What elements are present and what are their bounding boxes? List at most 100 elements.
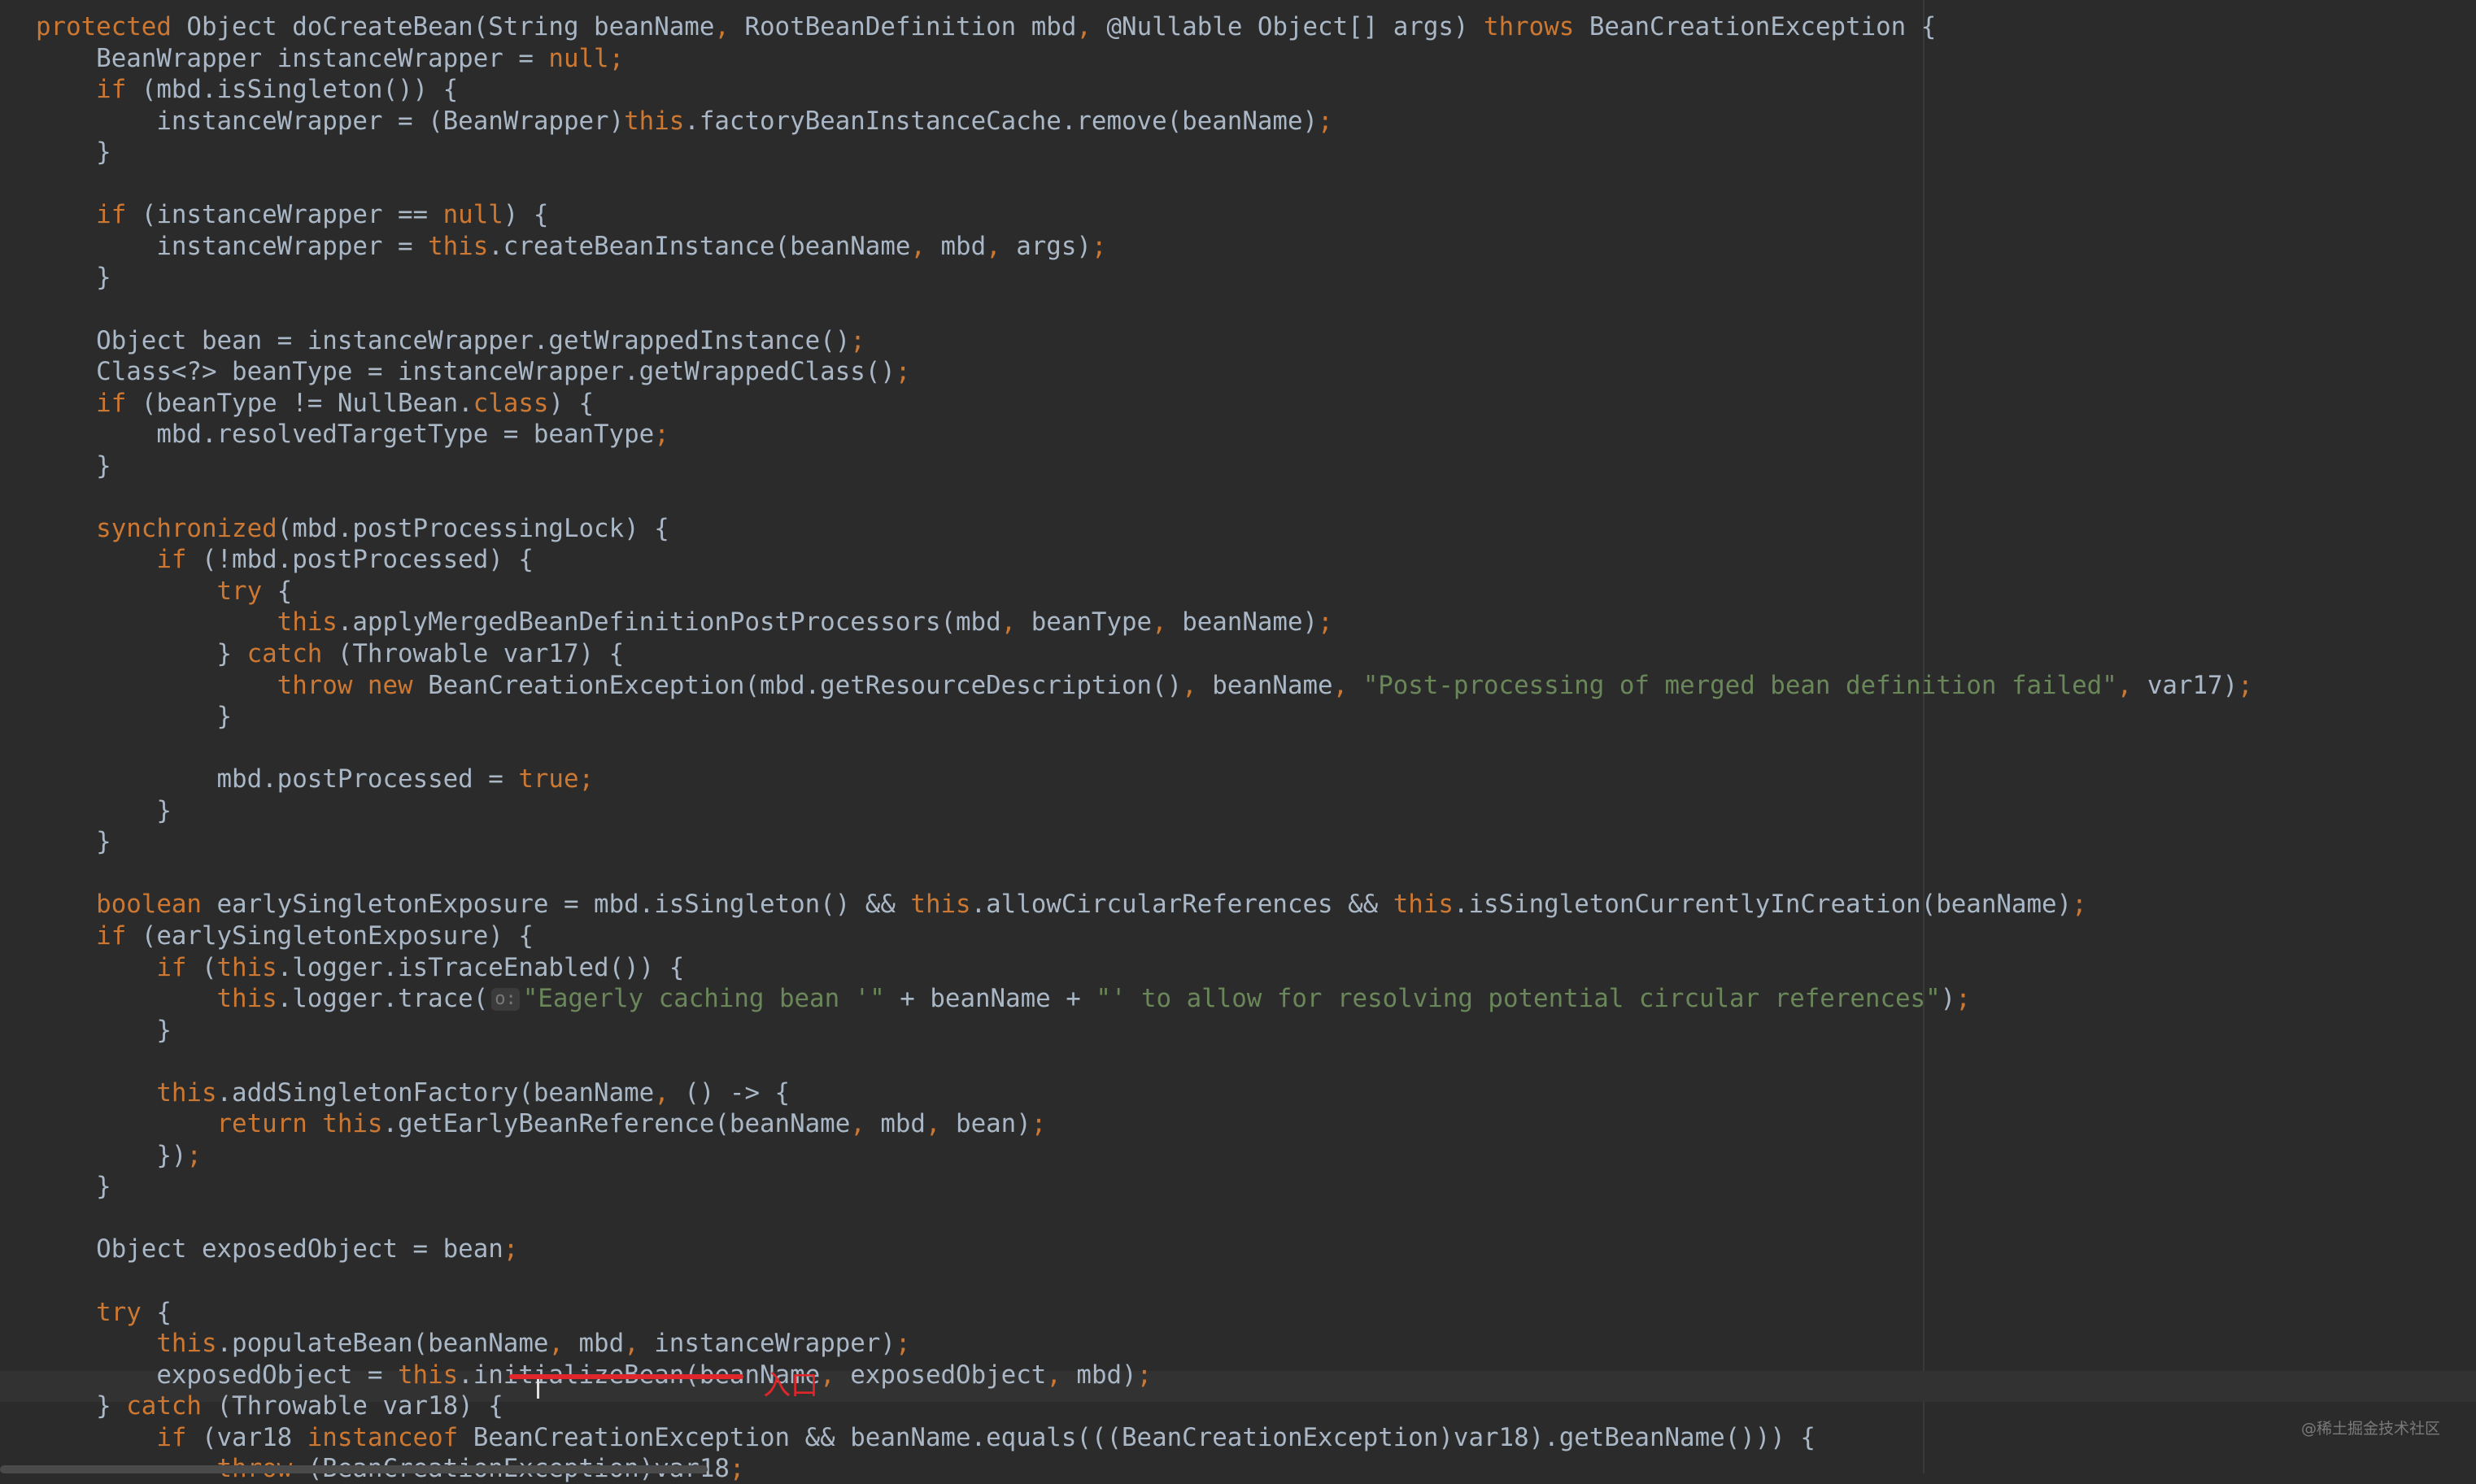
code-token: .addSingletonFactory(beanName [216, 1077, 655, 1108]
code-token: , [1046, 1360, 1077, 1390]
code-line[interactable]: protected Object doCreateBean(String bea… [36, 11, 1936, 42]
code-line[interactable]: if (!mbd.postProcessed) { [36, 544, 534, 575]
watermark: @稀土掘金技术社区 [2300, 1420, 2440, 1438]
code-token: instanceof [307, 1422, 473, 1452]
code-token: @Nullable Object[] args) [1106, 12, 1484, 41]
code-token: if [36, 920, 142, 951]
code-line[interactable]: } [36, 701, 232, 732]
code-line[interactable]: } [36, 1015, 172, 1046]
code-token: .logger.isTraceEnabled()) { [277, 952, 685, 982]
right-margin-guide [1923, 0, 1925, 1473]
code-token: instanceWrapper = (BeanWrapper) [36, 106, 625, 136]
code-line[interactable]: } [36, 795, 172, 826]
code-token: (earlySingletonExposure) { [141, 920, 534, 951]
code-token: ) [1940, 984, 1956, 1014]
code-line[interactable]: } catch (Throwable var18) { [36, 1390, 503, 1421]
code-token: beanName [1212, 670, 1333, 700]
code-line[interactable]: return this.getEarlyBeanReference(beanNa… [36, 1108, 1046, 1139]
code-line[interactable]: } catch (Throwable var17) { [36, 638, 624, 669]
code-token: ) { [548, 388, 595, 418]
code-line[interactable]: mbd.resolvedTargetType = beanType; [36, 419, 669, 450]
code-token: .applyMergedBeanDefinitionPostProcessors… [337, 607, 1001, 638]
code-token: boolean [36, 890, 217, 920]
code-token: , [1182, 670, 1213, 700]
code-editor[interactable]: protected Object doCreateBean(String bea… [0, 0, 2476, 1483]
code-token: return this [36, 1109, 383, 1139]
code-token: Object bean = instanceWrapper.getWrapped… [36, 325, 851, 355]
code-token: BeanWrapper instanceWrapper = [36, 43, 549, 73]
code-line[interactable]: if (var18 instanceof BeanCreationExcepti… [36, 1422, 1816, 1453]
code-token: ) { [503, 200, 549, 230]
code-line[interactable]: if (beanType != NullBean.class) { [36, 388, 594, 419]
code-token: null [442, 200, 503, 230]
code-line[interactable]: Class<?> beanType = instanceWrapper.getW… [36, 356, 910, 387]
code-line[interactable]: } [36, 1171, 111, 1202]
code-line[interactable]: this.populateBean(beanName, mbd, instanc… [36, 1328, 910, 1359]
code-token: null; [548, 43, 625, 73]
code-token: } [36, 450, 111, 481]
code-token: mbd [940, 231, 987, 261]
code-token: ; [654, 420, 669, 450]
code-token: try [36, 576, 277, 606]
code-token: Object doCreateBean(String beanName [186, 12, 715, 41]
code-token: , [986, 231, 1017, 261]
code-line[interactable]: boolean earlySingletonExposure = mbd.isS… [36, 889, 2087, 920]
code-token: protected [36, 12, 187, 41]
code-line[interactable]: }); [36, 1140, 202, 1171]
code-token: throws [1484, 12, 1589, 41]
code-token: , [820, 1360, 851, 1390]
code-token: this [910, 890, 971, 920]
code-token: .factoryBeanInstanceCache.remove(beanNam… [684, 106, 1319, 136]
code-token: "Post-processing of merged bean definiti… [1362, 670, 2117, 700]
code-token: (Throwable var17) { [337, 639, 625, 668]
code-token: earlySingletonExposure = mbd.isSingleton… [216, 890, 911, 920]
code-line[interactable]: mbd.postProcessed = true; [36, 764, 594, 794]
code-token: true; [518, 764, 595, 794]
code-line[interactable]: this.addSingletonFactory(beanName, () ->… [36, 1077, 790, 1108]
code-line[interactable]: synchronized(mbd.postProcessingLock) { [36, 513, 669, 544]
code-token: (Throwable var18) { [216, 1391, 503, 1421]
code-line[interactable]: if (this.logger.isTraceEnabled()) { [36, 952, 684, 983]
code-token: ; [850, 325, 865, 355]
code-token: ; [2238, 670, 2253, 700]
code-line[interactable]: instanceWrapper = (BeanWrapper)this.fact… [36, 106, 1332, 137]
code-line[interactable]: Object exposedObject = bean; [36, 1234, 518, 1264]
code-token: ; [186, 1140, 202, 1170]
annotation-underline [509, 1374, 743, 1379]
code-token: } [36, 137, 111, 168]
code-token: catch [126, 1391, 217, 1421]
code-line[interactable]: } [36, 137, 111, 168]
code-line[interactable]: throw new BeanCreationException(mbd.getR… [36, 670, 2253, 701]
code-token: mbd) [1076, 1360, 1137, 1390]
code-line[interactable]: } [36, 450, 111, 481]
horizontal-scrollbar[interactable] [0, 1465, 708, 1473]
code-token: ; [2072, 890, 2087, 920]
code-token: .createBeanInstance(beanName [488, 231, 911, 261]
code-token: .populateBean(beanName [216, 1329, 549, 1359]
code-token: } [36, 1172, 111, 1202]
code-line[interactable]: Object bean = instanceWrapper.getWrapped… [36, 325, 865, 356]
code-line[interactable]: instanceWrapper = this.createBeanInstanc… [36, 231, 1106, 262]
code-token: throw new [36, 670, 429, 700]
code-line[interactable]: try { [36, 1297, 172, 1328]
code-line[interactable]: if (mbd.isSingleton()) { [36, 74, 458, 105]
code-line[interactable]: if (instanceWrapper == null) { [36, 199, 548, 230]
code-line[interactable]: if (earlySingletonExposure) { [36, 920, 534, 951]
code-line[interactable]: BeanWrapper instanceWrapper = null; [36, 43, 624, 74]
code-token: this [428, 231, 489, 261]
code-token: } [36, 1015, 172, 1045]
code-token: ; [1318, 607, 1333, 638]
code-token: (beanType != NullBean. [141, 388, 473, 418]
code-line[interactable]: this.logger.trace(o: "Eagerly caching bea… [36, 983, 1970, 1014]
code-token: ; [729, 1454, 745, 1484]
code-token: instanceWrapper) [654, 1329, 896, 1359]
code-token: } [36, 702, 233, 732]
code-line[interactable]: } [36, 262, 111, 293]
code-token: (mbd.isSingleton()) { [141, 75, 459, 105]
code-token: (!mbd.postProcessed) { [201, 545, 534, 575]
code-line[interactable]: try { [36, 576, 292, 607]
code-token: this [216, 952, 277, 982]
code-line[interactable]: } [36, 826, 111, 857]
code-line[interactable]: this.applyMergedBeanDefinitionPostProces… [36, 607, 1333, 638]
code-token: if [36, 1422, 202, 1452]
